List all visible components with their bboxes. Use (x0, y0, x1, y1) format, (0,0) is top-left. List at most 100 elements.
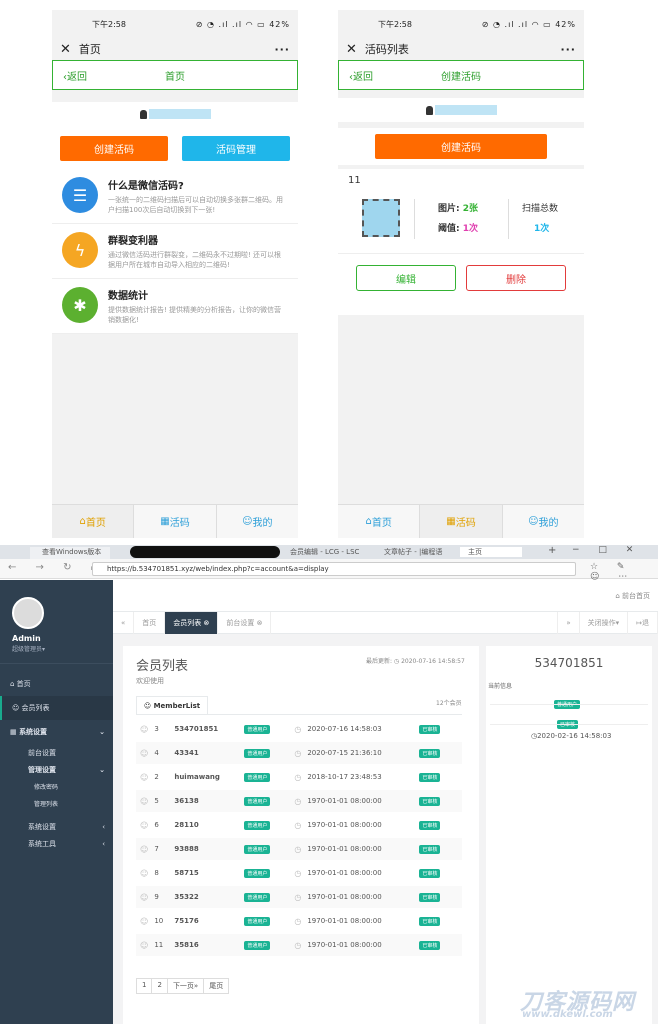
sidebar-item-members[interactable]: ☺ 会员列表 (0, 696, 113, 720)
avatar (139, 109, 147, 119)
user-icon: ☺ (140, 844, 149, 854)
member-status-badge[interactable]: 已审核 (419, 868, 441, 878)
page-tabs: « 首页 会员列表 ⊗ 前台设置 ⊗ » 关闭操作 ▾ ↦ 退 (113, 611, 658, 634)
tab-home[interactable]: ⌂ 首页 (338, 505, 421, 538)
window-controls[interactable]: − □ ✕ (572, 545, 641, 555)
sidebar-item-sys-tools[interactable]: 系统工具 ‹ (0, 835, 113, 852)
close-icon[interactable]: ✕ (60, 42, 71, 57)
table-row[interactable]: ☺ 9 35322 普通用户 ◷ 1970-01-01 08:00:00 已审核 (136, 886, 462, 908)
tab-home[interactable]: 首页 (134, 611, 166, 634)
table-row[interactable]: ☺ 8 58715 普通用户 ◷ 1970-01-01 08:00:00 已审核 (136, 862, 462, 884)
edit-button[interactable]: 编辑 (356, 265, 456, 291)
page-title: 首页 (78, 43, 101, 56)
member-status-badge[interactable]: 已审核 (419, 796, 441, 806)
clock-icon: ◷ (294, 724, 302, 734)
sidebar-item-admin-list[interactable]: 管理列表 (0, 795, 113, 812)
last-page-button[interactable]: 尾页 (203, 978, 230, 994)
table-row[interactable]: ☺ 6 28110 普通用户 ◷ 1970-01-01 08:00:00 已审核 (136, 814, 462, 836)
create-code-button[interactable]: 创建活码 (60, 136, 168, 161)
tab-home[interactable]: ⌂ 首页 (52, 505, 135, 538)
table-row[interactable]: ☺ 5 36138 普通用户 ◷ 1970-01-01 08:00:00 已审核 (136, 790, 462, 812)
new-tab-icon[interactable]: + (548, 545, 556, 556)
member-name: 28110 (174, 821, 199, 829)
phone-home-screen: 下午2:58 ⊘ ◔ .ıl .ıl ◠ ▭ 42% ✕ 首页 ··· ‹返回 … (52, 10, 298, 538)
member-time: 1970-01-01 08:00:00 (307, 821, 382, 829)
user-role[interactable]: 超级管理员▾ (12, 644, 45, 653)
clock-icon: ◷ (294, 916, 302, 926)
member-id: 10 (154, 917, 164, 925)
member-time: 2020-07-16 14:58:03 (307, 725, 382, 733)
next-page-button[interactable]: 下一页» (166, 978, 205, 994)
close-ops-dropdown[interactable]: 关闭操作 ▾ (580, 611, 629, 634)
more-icon[interactable]: ··· (274, 43, 290, 56)
table-row[interactable]: ☺ 2 huimawang 普通用户 ◷ 2018-10-17 23:48:53 已审核 (136, 766, 462, 788)
tab-codes[interactable]: ▦ 活码 (420, 505, 503, 538)
member-status-badge[interactable]: 已审核 (419, 916, 441, 926)
sidebar-item-sys-settings[interactable]: 系统设置 ‹ (0, 818, 113, 835)
browser-tab-active[interactable]: 主页 (460, 547, 522, 557)
url-input[interactable]: https://b.534701851.xyz/web/index.php?c=… (92, 562, 576, 576)
tab-mine[interactable]: ☺ 我的 (503, 505, 584, 538)
browser-toolbar-icons[interactable]: ☆ ✎ ☺ ⋯ (590, 562, 658, 582)
sidebar-item-manage[interactable]: 管理设置 ⌄ (0, 761, 113, 778)
table-row[interactable]: ☺ 7 93888 普通用户 ◷ 1970-01-01 08:00:00 已审核 (136, 838, 462, 860)
table-row[interactable]: ☺ 11 35816 普通用户 ◷ 1970-01-01 08:00:00 已审核 (136, 934, 462, 956)
frontend-home-link[interactable]: ⌂ 前台首页 (615, 591, 650, 601)
user-icon: ☺ (140, 748, 149, 758)
table-row[interactable]: ☺ 4 43341 普通用户 ◷ 2020-07-15 21:36:10 已审核 (136, 742, 462, 764)
clock-icon: ◷ (294, 892, 302, 902)
pagination: 1 2 下一页» 尾页 (136, 978, 230, 994)
member-status-badge[interactable]: 已审核 (419, 940, 441, 950)
avatar (425, 105, 433, 115)
browser-tab[interactable]: 文章帖子 - |编程语 (384, 547, 442, 557)
qr-code-thumbnail[interactable] (362, 199, 400, 237)
sidebar-item-frontend[interactable]: 前台设置 (0, 744, 113, 761)
more-icon[interactable]: ··· (560, 43, 576, 56)
tabs-prev-icon[interactable]: « (113, 611, 135, 634)
nav-title: 创建活码 (441, 71, 481, 83)
member-status-badge[interactable]: 已审核 (419, 820, 441, 830)
delete-button[interactable]: 删除 (466, 265, 566, 291)
nav-buttons-icon[interactable]: ← → ↻ ⌂ (8, 562, 105, 573)
divider (490, 704, 648, 705)
member-id: 4 (154, 749, 159, 757)
page-1-button[interactable]: 1 (136, 978, 153, 994)
member-name: 58715 (174, 869, 199, 877)
admin-sidebar: Admin 超级管理员▾ ⌂ 首页 ☺ 会员列表 ▦ 系统设置 ⌄ 前台设置 管理… (0, 580, 113, 1024)
member-time: 2018-10-17 23:48:53 (307, 773, 382, 781)
back-button[interactable]: ↦ 退 (628, 611, 658, 634)
table-row[interactable]: ☺ 10 75176 普通用户 ◷ 1970-01-01 08:00:00 已审核 (136, 910, 462, 932)
table-row[interactable]: ☺ 3 534701851 普通用户 ◷ 2020-07-16 14:58:03 已审核 (136, 718, 462, 740)
page-2-button[interactable]: 2 (151, 978, 168, 994)
tab-front[interactable]: 前台设置 ⊗ (218, 611, 272, 634)
redacted-tab (130, 546, 280, 558)
scan-total-label: 扫描总数 (522, 204, 559, 214)
member-status-badge[interactable]: 已审核 (419, 844, 441, 854)
close-icon[interactable]: ✕ (346, 42, 357, 57)
avatar[interactable] (12, 597, 44, 629)
member-time: 1970-01-01 08:00:00 (307, 893, 382, 901)
member-status-badge[interactable]: 已审核 (419, 892, 441, 902)
member-status-badge[interactable]: 已审核 (419, 724, 441, 734)
code-name: 11 (348, 175, 361, 186)
member-type-badge: 普通用户 (244, 844, 271, 854)
detail-info-label: 当前信息 (488, 683, 513, 690)
tab-members[interactable]: 会员列表 ⊗ (165, 611, 219, 634)
tab-member-list[interactable]: ☺ MemberList (136, 696, 208, 715)
sidebar-item-home[interactable]: ⌂ 首页 (0, 672, 113, 696)
back-link[interactable]: ‹返回 (349, 68, 373, 83)
browser-tab[interactable]: 会员编辑 - LCG - LSC (290, 547, 359, 557)
tabs-next-icon[interactable]: » (557, 611, 580, 634)
member-status-badge[interactable]: 已审核 (419, 772, 441, 782)
tab-codes[interactable]: ▦ 活码 (134, 505, 217, 538)
member-status-badge[interactable]: 已审核 (419, 748, 441, 758)
manage-code-button[interactable]: 活码管理 (182, 136, 290, 161)
create-code-button[interactable]: 创建活码 (375, 134, 547, 159)
sidebar-item-change-password[interactable]: 修改密码 (0, 778, 113, 795)
sidebar-item-system[interactable]: ▦ 系统设置 ⌄ (0, 720, 113, 744)
tab-mine[interactable]: ☺ 我的 (217, 505, 298, 538)
browser-tab[interactable]: 查看Windows版本 (30, 547, 110, 559)
member-id: 11 (154, 941, 164, 949)
back-link[interactable]: ‹返回 (63, 68, 87, 83)
user-icon: ☺ (140, 892, 149, 902)
